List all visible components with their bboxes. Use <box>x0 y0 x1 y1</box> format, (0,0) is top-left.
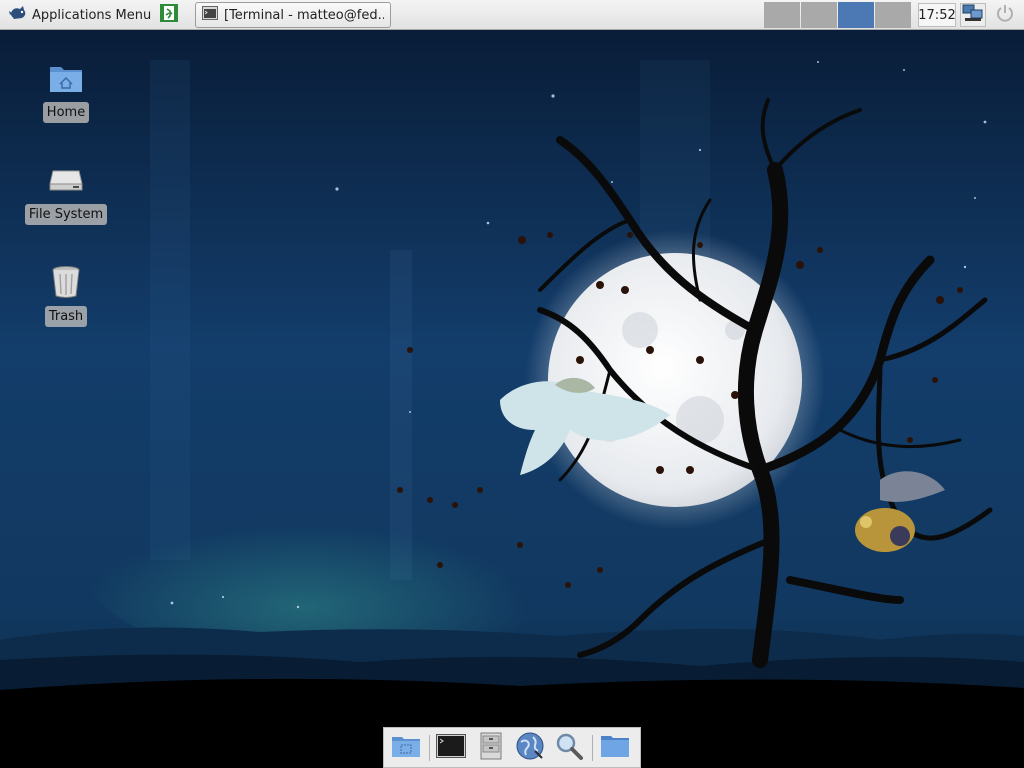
drive-icon <box>46 160 86 200</box>
power-icon <box>996 4 1014 26</box>
bottom-dock <box>383 727 641 768</box>
xfce-mouse-icon <box>8 3 28 27</box>
applications-menu-button[interactable]: Applications Menu <box>4 3 155 27</box>
desktop-icon-label: Home <box>42 102 90 123</box>
network-status-button[interactable] <box>960 3 986 27</box>
dock-separator <box>429 734 430 761</box>
web-browser-icon <box>515 731 545 765</box>
workspace-4-button[interactable] <box>875 2 911 28</box>
network-icon <box>962 3 984 27</box>
logout-icon <box>159 3 179 27</box>
home-folder-icon <box>46 58 86 98</box>
taskbar-window-button-terminal[interactable]: [Terminal - matteo@fed... <box>195 2 391 28</box>
desktop-icon-label: File System <box>24 204 108 225</box>
terminal-icon <box>202 6 218 24</box>
taskbar-window-title: [Terminal - matteo@fed... <box>224 7 384 23</box>
power-manager-button[interactable] <box>994 5 1016 25</box>
clock[interactable]: 17:52 <box>918 3 956 27</box>
logout-button[interactable] <box>158 4 180 26</box>
trash-icon <box>46 262 86 302</box>
web-browser-launcher[interactable] <box>512 731 547 765</box>
dock-separator <box>592 734 594 761</box>
desktop-icon-label: Trash <box>44 306 88 327</box>
folder-launcher[interactable] <box>597 731 632 765</box>
search-launcher[interactable] <box>551 731 586 765</box>
file-manager-icon <box>480 732 502 764</box>
desktop-icon-home[interactable]: Home <box>21 58 111 123</box>
folder-icon <box>600 734 630 762</box>
show-desktop-button[interactable] <box>388 731 423 765</box>
terminal-launcher[interactable] <box>434 731 469 765</box>
desktop-icon-trash[interactable]: Trash <box>21 262 111 327</box>
file-manager-launcher[interactable] <box>473 731 508 765</box>
workspace-switcher <box>764 2 911 28</box>
workspace-2-button[interactable] <box>801 2 837 28</box>
applications-menu-label: Applications Menu <box>32 7 152 23</box>
terminal-icon <box>436 733 467 762</box>
top-panel: Applications Menu [Terminal - matteo@fed… <box>0 0 1024 30</box>
workspace-1-button[interactable] <box>764 2 800 28</box>
workspace-3-button[interactable] <box>838 2 874 28</box>
search-icon <box>554 731 584 765</box>
desktop-icon-file-system[interactable]: File System <box>21 160 111 225</box>
desktop-wallpaper <box>0 0 1024 768</box>
show-desktop-icon <box>391 734 421 762</box>
